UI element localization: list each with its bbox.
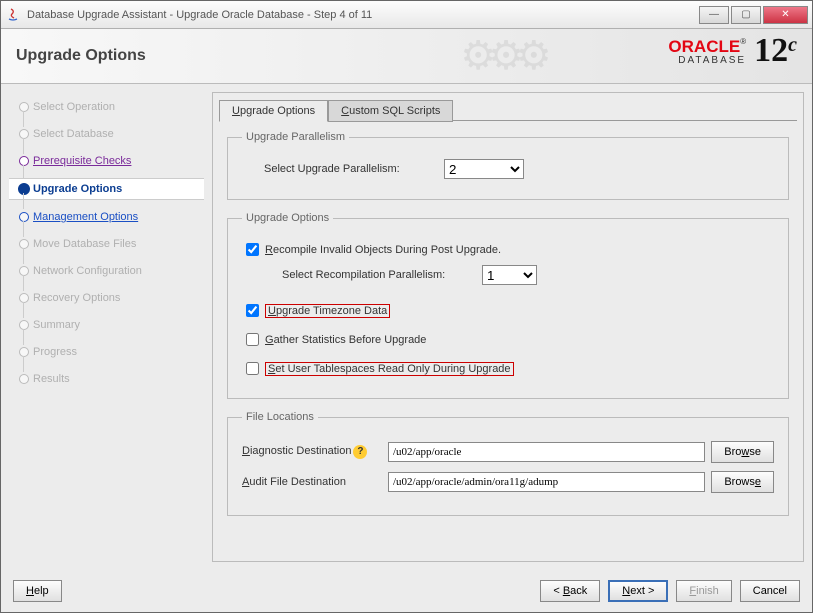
group-file-locations: File Locations Diagnostic Destination? B… (227, 411, 789, 516)
checkbox-gather-stats[interactable] (246, 333, 259, 346)
label-audit-destination: Audit File Destination (242, 476, 382, 488)
step-upgrade-options[interactable]: Upgrade Options (9, 178, 204, 200)
close-button[interactable]: ✕ (763, 6, 808, 24)
tab-custom-sql[interactable]: Custom SQL Scripts (328, 100, 453, 122)
step-move-database-files: Move Database Files (9, 234, 204, 254)
checkbox-readonly-tablespaces[interactable] (246, 362, 259, 375)
help-button[interactable]: Help (13, 580, 62, 602)
step-select-database: Select Database (9, 124, 204, 144)
header: Upgrade Options ⚙⚙⚙ ORACLE® DATABASE 12c (1, 29, 812, 84)
maximize-button[interactable]: ▢ (731, 6, 761, 24)
step-prerequisite-checks[interactable]: Prerequisite Checks (9, 151, 204, 171)
main-panel: Upgrade Options Custom SQL Scripts Upgra… (212, 92, 804, 562)
label-recompile[interactable]: Recompile Invalid Objects During Post Up… (265, 244, 501, 256)
label-upgrade-timezone[interactable]: Upgrade Timezone Data (265, 304, 390, 318)
step-progress: Progress (9, 342, 204, 362)
finish-button: Finish (676, 580, 731, 602)
minimize-button[interactable]: — (699, 6, 729, 24)
brand-oracle: ORACLE (668, 37, 740, 56)
page-title: Upgrade Options (16, 47, 146, 65)
brand-version: 12c (754, 37, 797, 64)
legend-file-locations: File Locations (242, 411, 318, 423)
legend-upgrade-options: Upgrade Options (242, 212, 333, 224)
brand-database: DATABASE (668, 55, 746, 66)
titlebar: Database Upgrade Assistant - Upgrade Ora… (1, 1, 812, 29)
brand-logo: ORACLE® DATABASE 12c (668, 37, 797, 66)
input-audit-destination[interactable] (388, 472, 705, 492)
input-diagnostic-destination[interactable] (388, 442, 705, 462)
checkbox-recompile[interactable] (246, 243, 259, 256)
wizard-steps: Select Operation Select Database Prerequ… (9, 92, 204, 562)
browse-audit-button[interactable]: Browse (711, 471, 774, 493)
group-upgrade-options: Upgrade Options Recompile Invalid Object… (227, 212, 789, 399)
label-recompile-parallelism: Select Recompilation Parallelism: (282, 269, 482, 281)
browse-diagnostic-button[interactable]: Browse (711, 441, 774, 463)
gears-decoration: ⚙⚙⚙ (402, 29, 602, 83)
footer: Help < Back Next > Finish Cancel (1, 570, 812, 612)
cancel-button[interactable]: Cancel (740, 580, 800, 602)
window-title: Database Upgrade Assistant - Upgrade Ora… (27, 9, 697, 21)
label-readonly-tablespaces[interactable]: Set User Tablespaces Read Only During Up… (265, 362, 514, 376)
label-gather-stats[interactable]: Gather Statistics Before Upgrade (265, 334, 426, 346)
label-select-parallelism: Select Upgrade Parallelism: (264, 163, 444, 175)
select-recompile-parallelism[interactable]: 1 (482, 265, 537, 285)
java-icon (5, 7, 21, 23)
select-parallelism[interactable]: 2 (444, 159, 524, 179)
help-icon[interactable]: ? (353, 445, 367, 459)
step-management-options[interactable]: Management Options (9, 207, 204, 227)
back-button[interactable]: < Back (540, 580, 600, 602)
label-diagnostic-destination: Diagnostic Destination? (242, 445, 382, 459)
legend-parallelism: Upgrade Parallelism (242, 131, 349, 143)
step-results: Results (9, 369, 204, 389)
step-select-operation: Select Operation (9, 97, 204, 117)
step-summary: Summary (9, 315, 204, 335)
next-button[interactable]: Next > (608, 580, 668, 602)
checkbox-upgrade-timezone[interactable] (246, 304, 259, 317)
step-network-configuration: Network Configuration (9, 261, 204, 281)
group-upgrade-parallelism: Upgrade Parallelism Select Upgrade Paral… (227, 131, 789, 200)
tab-upgrade-options[interactable]: Upgrade Options (219, 100, 328, 122)
step-recovery-options: Recovery Options (9, 288, 204, 308)
